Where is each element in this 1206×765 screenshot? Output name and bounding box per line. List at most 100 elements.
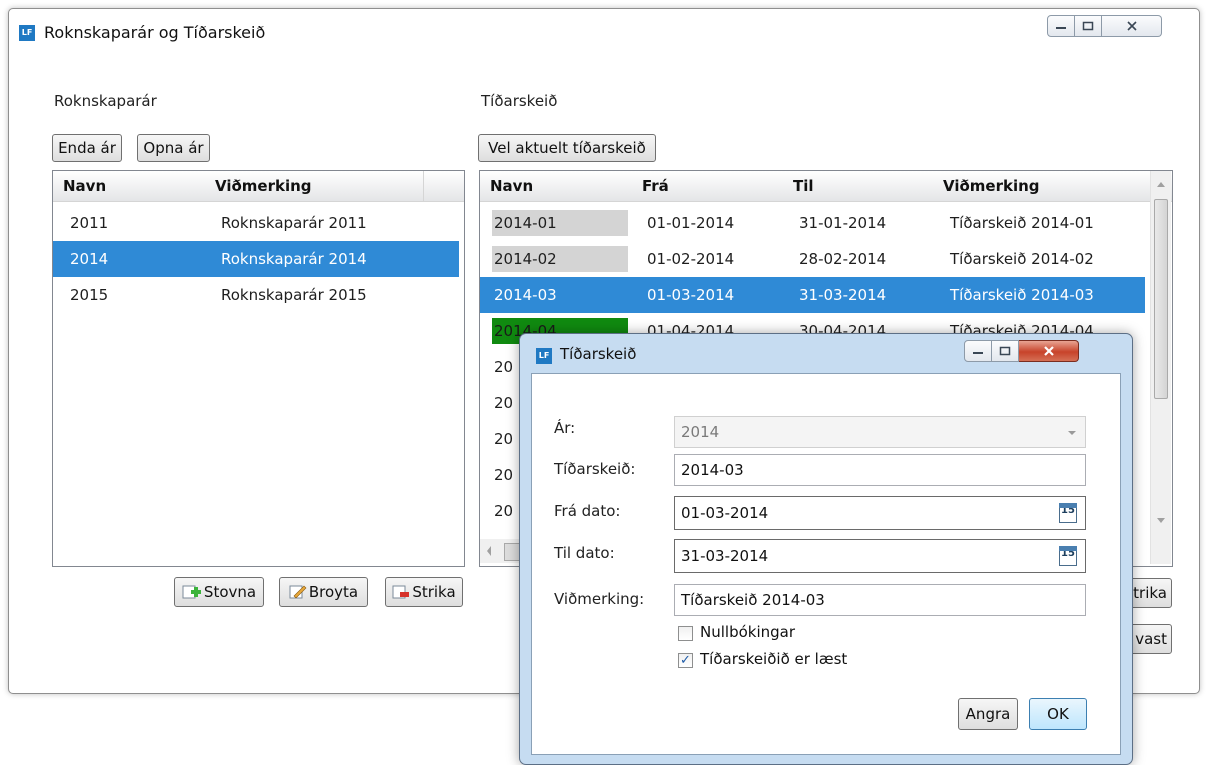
table-row[interactable]: 2015 Roknskaparár 2015: [53, 277, 459, 313]
column-header-to[interactable]: Til: [793, 171, 814, 201]
table-row[interactable]: 2014-01 01-01-2014 31-01-2014 Tíðarskeið…: [480, 205, 1145, 241]
create-button-label: Stovna: [203, 583, 257, 601]
period-to: 28-02-2014: [799, 250, 887, 268]
delete-button-label: Strika: [412, 583, 456, 601]
scroll-left-arrow-icon[interactable]: [482, 539, 496, 563]
year-select-value: 2014: [681, 423, 720, 441]
minimize-icon: [973, 352, 983, 354]
maximize-icon: [1082, 21, 1094, 31]
year-select[interactable]: 2014: [674, 416, 1086, 448]
period-name: 20: [494, 502, 514, 520]
column-header-name[interactable]: Navn: [490, 171, 533, 201]
column-header-note[interactable]: Viðmerking: [943, 171, 1040, 201]
maximize-button[interactable]: [1075, 15, 1102, 37]
chevron-down-icon: [1068, 431, 1076, 435]
year-note: Roknskaparár 2015: [221, 286, 367, 304]
locked-checkbox[interactable]: ✓: [678, 653, 693, 668]
from-date-value: 01-03-2014: [681, 504, 769, 522]
ok-button[interactable]: OK: [1029, 698, 1087, 730]
period-input[interactable]: 2014-03: [674, 454, 1086, 486]
year-note: Roknskaparár 2014: [221, 250, 367, 268]
dialog-content: Ár: 2014 Tíðarskeið: 2014-03 Frá dato: 0…: [531, 373, 1121, 755]
dialog-caption-buttons: [964, 340, 1079, 362]
close-button[interactable]: [1102, 15, 1162, 37]
column-header-name[interactable]: Navn: [63, 171, 106, 201]
column-header-note[interactable]: Viðmerking: [215, 171, 312, 201]
end-year-button[interactable]: Enda ár: [52, 134, 122, 162]
note-input[interactable]: Tíðarskeið 2014-03: [674, 584, 1086, 616]
window-caption-buttons: [1047, 15, 1162, 37]
column-header-from[interactable]: Frá: [642, 171, 669, 201]
table-row[interactable]: 2011 Roknskaparár 2011: [53, 205, 459, 241]
zero-bookings-checkbox[interactable]: [678, 626, 693, 641]
edit-pencil-icon: [289, 585, 307, 599]
dialog-titlebar[interactable]: LF Tíðarskeið: [520, 334, 1132, 372]
scroll-down-arrow-icon[interactable]: [1151, 511, 1171, 529]
calendar-icon[interactable]: 15: [1059, 503, 1077, 523]
period-name: 20: [494, 466, 514, 484]
years-grid[interactable]: Navn Viðmerking 2011 Roknskaparár 2011 2…: [52, 170, 465, 567]
period-from: 01-03-2014: [647, 286, 735, 304]
select-current-period-button[interactable]: Vel aktuelt tíðarskeið: [478, 134, 656, 162]
period-name: 20: [494, 358, 514, 376]
create-button[interactable]: Stovna: [174, 577, 264, 607]
app-logo-icon: LF: [19, 25, 35, 41]
horizontal-scrollbar-fragment[interactable]: [480, 539, 520, 563]
year-note: Roknskaparár 2011: [221, 214, 367, 232]
period-name-closed: 2014-01: [492, 210, 628, 236]
calendar-icon[interactable]: 15: [1059, 546, 1077, 566]
period-note: Tíðarskeið 2014-02: [950, 250, 1094, 268]
note-field-label: Viðmerking:: [554, 590, 645, 608]
zero-bookings-label[interactable]: Nullbókingar: [700, 623, 795, 641]
period-name: 20: [494, 394, 514, 412]
maximize-icon: [999, 346, 1011, 356]
dialog-title: Tíðarskeið: [560, 345, 637, 363]
to-date-value: 31-03-2014: [681, 547, 769, 565]
years-label: Roknskaparár: [54, 92, 157, 110]
from-date-label: Frá dato:: [554, 502, 621, 520]
minimize-button[interactable]: [1047, 15, 1075, 37]
edit-button[interactable]: Broyta: [279, 577, 368, 607]
periods-label: Tíðarskeið: [481, 92, 558, 110]
period-from: 01-02-2014: [647, 250, 735, 268]
year-name: 2014: [70, 250, 109, 268]
dialog-close-button[interactable]: [1019, 340, 1079, 362]
dialog-minimize-button[interactable]: [964, 340, 992, 362]
period-name: 2014-03: [494, 286, 557, 304]
edit-button-label: Broyta: [308, 583, 359, 601]
table-row[interactable]: 2014-02 01-02-2014 28-02-2014 Tíðarskeið…: [480, 241, 1145, 277]
period-note: Tíðarskeið 2014-01: [950, 214, 1094, 232]
delete-button[interactable]: Strika: [385, 577, 463, 607]
cancel-button[interactable]: Angra: [958, 698, 1018, 730]
period-field-label: Tíðarskeið:: [554, 460, 636, 478]
period-from: 01-01-2014: [647, 214, 735, 232]
period-name: 20: [494, 430, 514, 448]
period-note: Tíðarskeið 2014-03: [950, 286, 1094, 304]
period-dialog: LF Tíðarskeið Ár: 2014 Tíðarskeið: 2014-…: [519, 333, 1133, 765]
dialog-maximize-button[interactable]: [992, 340, 1019, 362]
locked-label[interactable]: Tíðarskeiðið er læst: [700, 650, 847, 668]
periods-grid-header: Navn Frá Til Viðmerking: [480, 171, 1172, 202]
periods-vertical-scrollbar[interactable]: [1150, 171, 1171, 564]
close-icon: [1126, 21, 1137, 31]
year-name: 2011: [70, 214, 109, 232]
scroll-up-arrow-icon[interactable]: [1151, 175, 1171, 193]
from-date-picker[interactable]: 01-03-2014 15: [674, 496, 1086, 530]
to-date-picker[interactable]: 31-03-2014 15: [674, 539, 1086, 573]
add-document-icon: [182, 585, 201, 599]
year-field-label: Ár:: [554, 419, 576, 437]
delete-document-icon: [392, 585, 410, 599]
years-grid-header: Navn Viðmerking: [53, 171, 464, 202]
table-row-selected[interactable]: 2014 Roknskaparár 2014: [53, 241, 459, 277]
scroll-thumb[interactable]: [1154, 199, 1168, 399]
window-title: Roknskaparár og Tíðarskeið: [44, 23, 266, 42]
dialog-logo-icon: LF: [536, 348, 552, 364]
period-to: 31-03-2014: [799, 286, 887, 304]
main-titlebar[interactable]: LF Roknskaparár og Tíðarskeið: [9, 9, 1199, 57]
year-name: 2015: [70, 286, 109, 304]
close-icon: [1043, 346, 1054, 356]
period-name-closed: 2014-02: [492, 246, 628, 272]
table-row-selected[interactable]: 2014-03 01-03-2014 31-03-2014 Tíðarskeið…: [480, 277, 1145, 313]
to-date-label: Til dato:: [554, 544, 615, 562]
open-year-button[interactable]: Opna ár: [137, 134, 210, 162]
